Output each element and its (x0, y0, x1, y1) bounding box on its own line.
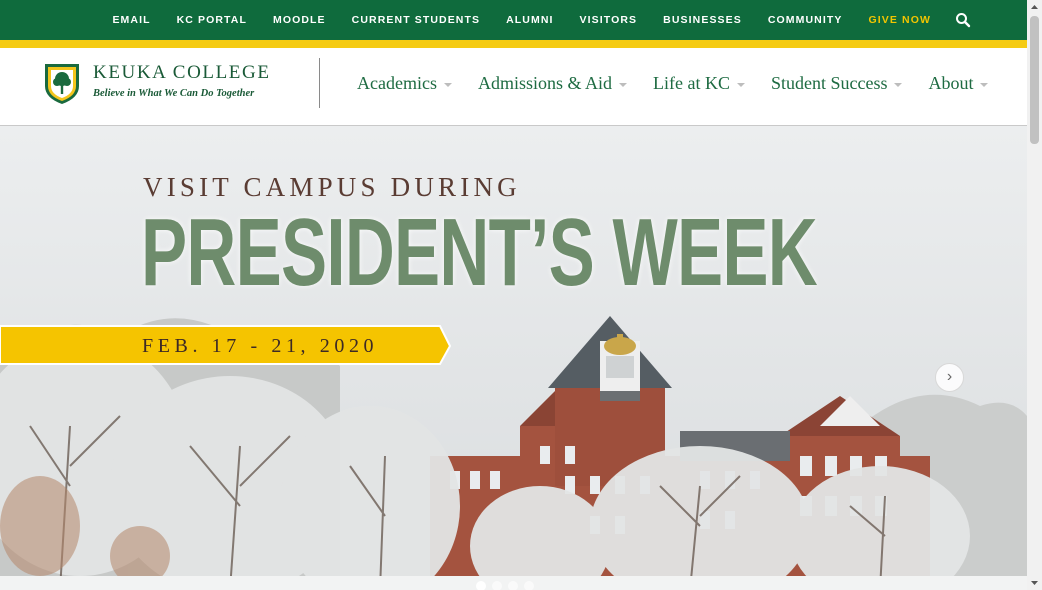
main-nav: Academics Admissions & Aid Life at KC St… (357, 73, 1014, 94)
utility-link-current-students[interactable]: CURRENT STUDENTS (352, 14, 480, 26)
page-scrollbar[interactable] (1027, 0, 1042, 590)
nav-life-at-kc-label: Life at KC (653, 73, 730, 93)
hero-slider: VISIT CAMPUS DURING PRESIDENT’S WEEK FEB… (0, 126, 1027, 590)
slider-dot-3[interactable] (508, 581, 518, 590)
hero-title: PRESIDENT’S WEEK (141, 199, 818, 306)
utility-link-visitors[interactable]: VISITORS (580, 14, 638, 26)
scroll-up-arrow-icon[interactable] (1027, 0, 1042, 14)
hero-date: FEB. 17 - 21, 2020 (142, 335, 379, 357)
nav-admissions-aid-label: Admissions & Aid (477, 73, 612, 93)
header-divider (319, 58, 320, 108)
nav-admissions-aid[interactable]: Admissions & Aid (478, 73, 627, 94)
nav-about[interactable]: About (928, 73, 989, 94)
chevron-down-icon (980, 82, 989, 87)
nav-academics[interactable]: Academics (357, 73, 452, 94)
scroll-down-arrow-icon[interactable] (1027, 576, 1042, 590)
slider-dot-1[interactable] (476, 581, 486, 590)
chevron-down-icon (443, 82, 452, 87)
college-name: KEUKA COLLEGE (93, 62, 271, 83)
utility-link-kc-portal[interactable]: KC PORTAL (177, 14, 247, 26)
utility-link-alumni[interactable]: ALUMNI (506, 14, 553, 26)
shield-tree-icon (45, 64, 79, 104)
site-header: KEUKA COLLEGE Believe in What We Can Do … (0, 48, 1027, 126)
give-now-link[interactable]: GIVE NOW (869, 14, 931, 26)
nav-life-at-kc[interactable]: Life at KC (653, 73, 745, 94)
utility-bar: EMAIL KC PORTAL MOODLE CURRENT STUDENTS … (0, 0, 1027, 40)
nav-student-success-label: Student Success (770, 73, 888, 93)
college-logo[interactable]: KEUKA COLLEGE Believe in What We Can Do … (44, 62, 284, 106)
utility-link-email[interactable]: EMAIL (112, 14, 150, 26)
gold-stripe (0, 40, 1027, 48)
utility-link-community[interactable]: COMMUNITY (768, 14, 843, 26)
slider-dot-2[interactable] (492, 581, 502, 590)
search-icon[interactable] (955, 12, 971, 28)
college-tagline: Believe in What We Can Do Together (93, 88, 255, 99)
nav-academics-label: Academics (357, 73, 437, 93)
chevron-down-icon (619, 82, 627, 87)
slider-next-button[interactable]: › (935, 363, 964, 392)
slider-dots (476, 581, 540, 590)
nav-about-label: About (928, 73, 974, 93)
slider-dot-4[interactable] (524, 581, 534, 590)
scrollbar-thumb[interactable] (1030, 16, 1039, 144)
utility-link-businesses[interactable]: BUSINESSES (663, 14, 742, 26)
chevron-down-icon (894, 82, 903, 87)
utility-link-moodle[interactable]: MOODLE (273, 14, 326, 26)
nav-student-success[interactable]: Student Success (771, 73, 903, 94)
chevron-down-icon (736, 82, 745, 87)
